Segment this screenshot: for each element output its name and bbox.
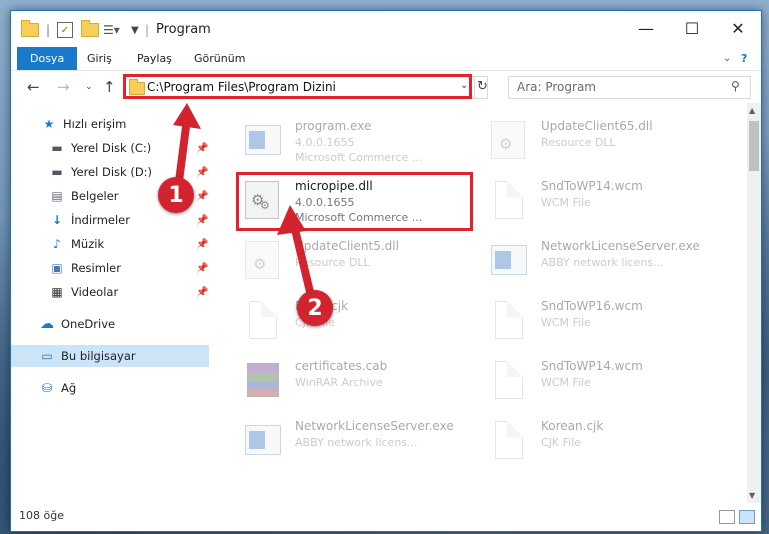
step-2-badge: 2 [297, 290, 333, 326]
step-1-badge: 1 [158, 177, 194, 213]
file-explorer-window: | ✓ ☰▾ ▼ | Program — ☐ ✕ Dosya Giriş Pay… [10, 10, 762, 532]
annotation-arrows [173, 103, 315, 300]
